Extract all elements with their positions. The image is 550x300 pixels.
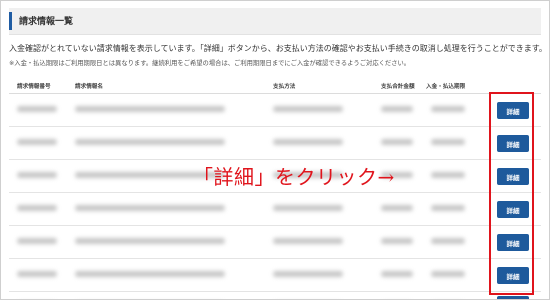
table-row: 詳細 <box>9 226 541 259</box>
total-cell <box>381 106 413 114</box>
total-cell <box>381 205 413 213</box>
detail-button[interactable]: 詳細 <box>497 267 529 284</box>
deadline-cell <box>431 172 465 180</box>
billing-no-cell <box>17 205 57 213</box>
table-row: 詳細 <box>9 259 541 292</box>
payment-method-cell <box>273 139 343 147</box>
col-billing-name: 請求情報名 <box>75 84 103 90</box>
detail-button[interactable]: 詳細 <box>497 135 529 152</box>
col-billing-no: 請求情報番号 <box>17 84 51 90</box>
payment-method-cell <box>273 271 343 279</box>
click-detail-annotation: 「詳細」をクリック→ <box>193 165 395 189</box>
total-cell <box>381 238 413 246</box>
header-accent-bar <box>9 12 12 30</box>
billing-no-cell <box>17 172 57 180</box>
table-header: 請求情報番号 請求情報名 支払方法 支払合計金額 入金・払込期限 <box>9 79 541 94</box>
detail-button[interactable]: 詳細 <box>497 168 529 185</box>
detail-button[interactable]: 詳細 <box>497 102 529 119</box>
billing-name-cell <box>75 106 225 114</box>
col-payment-method: 支払方法 <box>273 84 296 90</box>
detail-button[interactable]: 詳細 <box>497 234 529 251</box>
payment-method-cell <box>273 238 343 246</box>
deadline-cell <box>431 139 465 147</box>
billing-name-cell <box>75 205 225 213</box>
billing-no-cell <box>17 238 57 246</box>
table-row: 詳細 <box>9 127 541 160</box>
col-deadline: 入金・払込期限 <box>426 84 466 90</box>
billing-name-cell <box>75 238 225 246</box>
deadline-cell <box>431 271 465 279</box>
billing-name-cell <box>75 271 225 279</box>
description-text: 入金確認がとれていない請求情報を表示しています。「詳細」ボタンから、お支払い方法… <box>9 44 547 53</box>
detail-button[interactable]: 詳細 <box>497 296 529 299</box>
deadline-cell <box>431 106 465 114</box>
table-row: 詳細 <box>9 292 541 299</box>
total-cell <box>381 271 413 279</box>
table-row: 詳細 <box>9 193 541 226</box>
col-total: 支払合計金額 <box>381 84 415 90</box>
deadline-cell <box>431 238 465 246</box>
billing-no-cell <box>17 139 57 147</box>
billing-list-panel: 請求情報一覧 入金確認がとれていない請求情報を表示しています。「詳細」ボタンから… <box>0 0 550 300</box>
deadline-note: ※入金・払込期限はご利用期限日とは異なります。継続利用をご希望の場合は、ご利用期… <box>9 60 411 67</box>
payment-method-cell <box>273 106 343 114</box>
table-row: 詳細 <box>9 94 541 127</box>
deadline-cell <box>431 205 465 213</box>
total-cell <box>381 139 413 147</box>
billing-no-cell <box>17 106 57 114</box>
payment-method-cell <box>273 205 343 213</box>
billing-name-cell <box>75 139 225 147</box>
page-title: 請求情報一覧 <box>19 17 74 27</box>
section-header: 請求情報一覧 <box>9 8 541 35</box>
detail-button[interactable]: 詳細 <box>497 201 529 218</box>
billing-no-cell <box>17 271 57 279</box>
